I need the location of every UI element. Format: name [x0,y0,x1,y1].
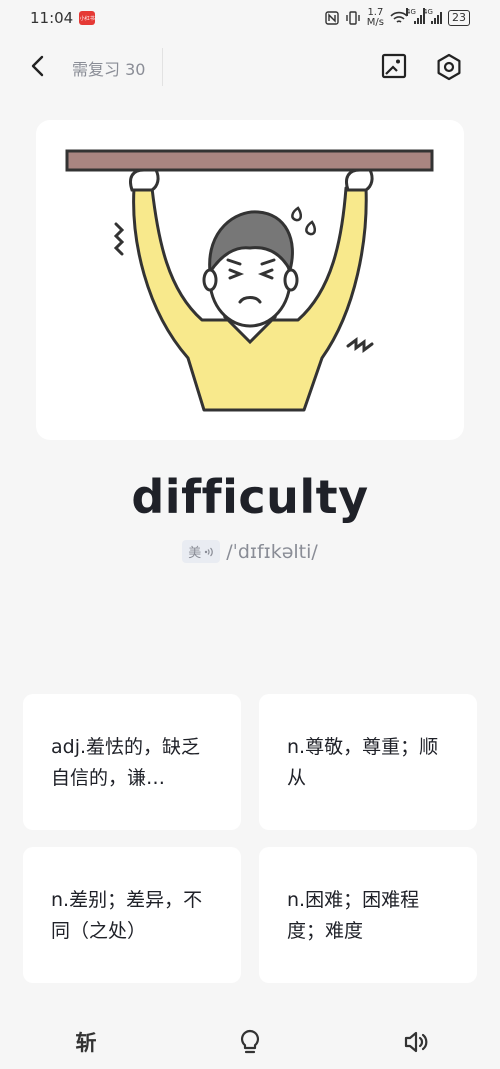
option-card-4[interactable]: n.困难；困难程度；难度 [259,847,477,983]
nfc-icon [325,11,339,25]
pronunciation-row: 美 /ˈdɪfɪkəlti/ [0,540,500,563]
accent-label: 美 [188,546,202,561]
image-toggle-button[interactable] [378,50,410,82]
settings-button[interactable] [432,50,466,84]
sound-button[interactable] [398,1024,434,1060]
option-text-4: n.困难；困难程度；难度 [287,889,420,942]
signal-tag-1: 4G [406,8,416,16]
illustration-card [36,120,464,440]
status-left: 11:04 小红书 [30,9,96,27]
option-card-3[interactable]: n.差别；差异，不同（之处） [23,847,241,983]
vibrate-icon [346,11,360,25]
speaker-icon [404,1031,428,1053]
option-text-3: n.差别；差异，不同（之处） [51,889,203,942]
bottom-toolbar: 斩 [0,1020,500,1064]
signal-tag-2: 4G [423,8,433,16]
hexagon-gear-icon [437,53,461,81]
header: 需复习 30 [0,44,500,90]
accent-play-button[interactable]: 美 [182,540,221,563]
illustration-person-lifting-board [65,149,434,412]
lightbulb-icon [240,1029,260,1054]
option-text-1: adj.羞怯的，缺乏自信的，谦… [51,736,201,789]
image-icon [381,53,407,79]
app-badge-icon: 小红书 [79,11,96,25]
option-card-2[interactable]: n.尊敬，尊重；顺从 [259,694,477,830]
option-card-1[interactable]: adj.羞怯的，缺乏自信的，谦… [23,694,241,830]
phonetic-text: /ˈdɪfɪkəlti/ [226,540,318,563]
status-right: 1.7 M/s 4G 4G 23 [325,8,470,28]
option-text-2: n.尊敬，尊重；顺从 [287,736,439,789]
hint-button[interactable] [232,1024,268,1060]
status-time: 11:04 [30,9,74,27]
network-speed: 1.7 M/s [367,8,384,28]
review-count-label[interactable]: 需复习 30 [72,56,145,80]
status-bar: 11:04 小红书 1.7 M/s 4G 4G 23 [0,0,500,36]
battery-icon: 23 [448,10,470,26]
chevron-left-icon [31,55,44,77]
word-title: difficulty [131,470,369,524]
sound-wave-icon [205,547,213,556]
back-button[interactable] [24,52,52,80]
slash-word-button[interactable]: 斩 [68,1024,104,1060]
speed-unit: M/s [366,17,384,28]
signal-icon-2: 4G [423,8,442,24]
header-divider [162,48,163,86]
